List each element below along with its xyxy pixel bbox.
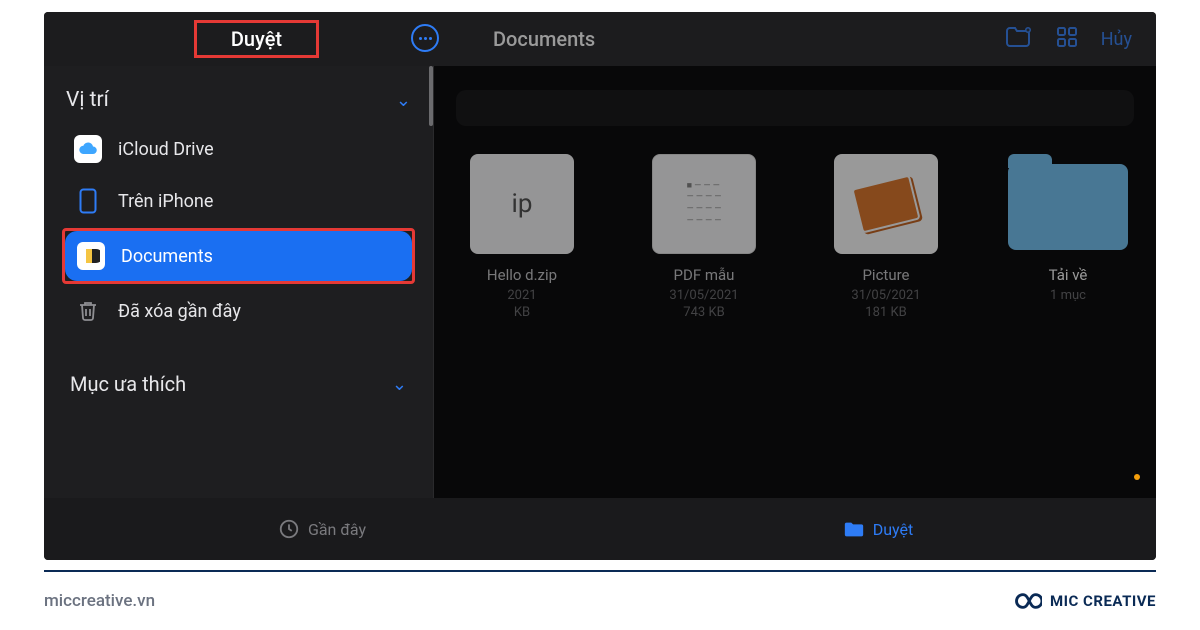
folder-item[interactable]: Tải về 1 mục	[998, 154, 1138, 320]
file-size: 181 KB	[816, 305, 956, 320]
sidebar-item-recently-deleted[interactable]: Đã xóa gần đây	[62, 286, 415, 336]
file-date: 31/05/2021	[634, 288, 774, 303]
favourites-section: Mục ưa thích ⌄	[44, 366, 433, 406]
brand-logo: MIC CREATIVE	[1008, 590, 1156, 612]
tab-recent[interactable]: Gần đây	[44, 498, 600, 560]
file-item[interactable]: Picture 31/05/2021 181 KB	[816, 154, 956, 320]
top-bar: Duyệt Documents Hủy	[44, 12, 1156, 66]
file-size: KB	[452, 305, 592, 320]
locations-title: Vị trí	[66, 88, 109, 112]
indicator-dot	[1134, 474, 1140, 480]
file-grid: ip Hello d.zip 2021 KB ■ — — —— — — —— —…	[444, 154, 1146, 320]
main-content: ip Hello d.zip 2021 KB ■ — — —— — — —— —…	[434, 66, 1156, 498]
chevron-down-icon: ⌄	[392, 374, 407, 395]
sidebar-item-label: Documents	[121, 246, 213, 267]
file-name: Picture	[816, 266, 956, 286]
file-size: 743 KB	[634, 305, 774, 320]
sidebar: Vị trí ⌄ iCloud Drive Trên iPhone	[44, 66, 434, 498]
header-actions: Hủy	[1005, 25, 1132, 53]
tab-label: Duyệt	[873, 520, 914, 539]
main-header: Documents Hủy	[469, 25, 1156, 53]
file-item[interactable]: ip Hello d.zip 2021 KB	[452, 154, 592, 320]
file-item[interactable]: ■ — — —— — — —— — — —— — — — PDF mẫu 31/…	[634, 154, 774, 320]
infinity-icon	[1008, 590, 1042, 612]
file-name: Tải về	[998, 266, 1138, 286]
browse-title[interactable]: Duyệt	[194, 20, 319, 58]
tab-browse[interactable]: Duyệt	[600, 498, 1156, 560]
tab-label: Gần đây	[308, 520, 366, 539]
sidebar-item-label: iCloud Drive	[118, 139, 214, 160]
sidebar-item-label: Đã xóa gần đây	[118, 301, 241, 322]
bottom-tabbar: Gần đây Duyệt	[44, 498, 1156, 560]
file-date: 2021	[452, 288, 592, 303]
site-url: miccreative.vn	[44, 591, 155, 611]
sidebar-item-label: Trên iPhone	[118, 191, 213, 212]
chevron-down-icon: ⌄	[396, 90, 411, 111]
favourites-title: Mục ưa thích	[70, 372, 186, 396]
search-input[interactable]	[456, 90, 1134, 126]
sidebar-item-documents[interactable]: Documents	[65, 231, 412, 281]
trash-icon	[74, 297, 102, 325]
cancel-button[interactable]: Hủy	[1101, 29, 1132, 50]
new-folder-icon[interactable]	[1005, 25, 1033, 53]
locations-header[interactable]: Vị trí ⌄	[62, 82, 415, 122]
divider	[44, 570, 1156, 572]
locations-section: Vị trí ⌄ iCloud Drive Trên iPhone	[44, 82, 433, 336]
app-frame: Duyệt Documents Hủy Vị trí ⌄	[44, 12, 1156, 560]
phone-icon	[74, 187, 102, 215]
file-date: 1 mục	[998, 288, 1138, 303]
brand-name: MIC CREATIVE	[1050, 592, 1156, 610]
pdf-thumbnail: ■ — — —— — — —— — — —— — — —	[652, 154, 756, 254]
body: Vị trí ⌄ iCloud Drive Trên iPhone	[44, 66, 1156, 498]
thumb-label: ip	[512, 189, 533, 219]
file-date: 31/05/2021	[816, 288, 956, 303]
sidebar-item-on-iphone[interactable]: Trên iPhone	[62, 176, 415, 226]
file-name: Hello d.zip	[452, 266, 592, 286]
more-options-button[interactable]	[411, 24, 439, 52]
file-name: PDF mẫu	[634, 266, 774, 286]
documents-highlight: Documents	[62, 228, 415, 284]
folder-title: Documents	[493, 27, 1005, 51]
favourites-header[interactable]: Mục ưa thích ⌄	[66, 366, 411, 406]
folder-thumbnail	[1003, 154, 1133, 254]
cloud-icon	[74, 135, 102, 163]
grid-view-icon[interactable]	[1055, 25, 1079, 53]
zip-thumbnail: ip	[470, 154, 574, 254]
documents-app-icon	[77, 242, 105, 270]
image-thumbnail	[834, 154, 938, 254]
page-footer: miccreative.vn MIC CREATIVE	[44, 570, 1156, 612]
sidebar-item-icloud[interactable]: iCloud Drive	[62, 124, 415, 174]
sidebar-header: Duyệt	[44, 12, 469, 66]
scrollbar-thumb[interactable]	[429, 66, 433, 126]
